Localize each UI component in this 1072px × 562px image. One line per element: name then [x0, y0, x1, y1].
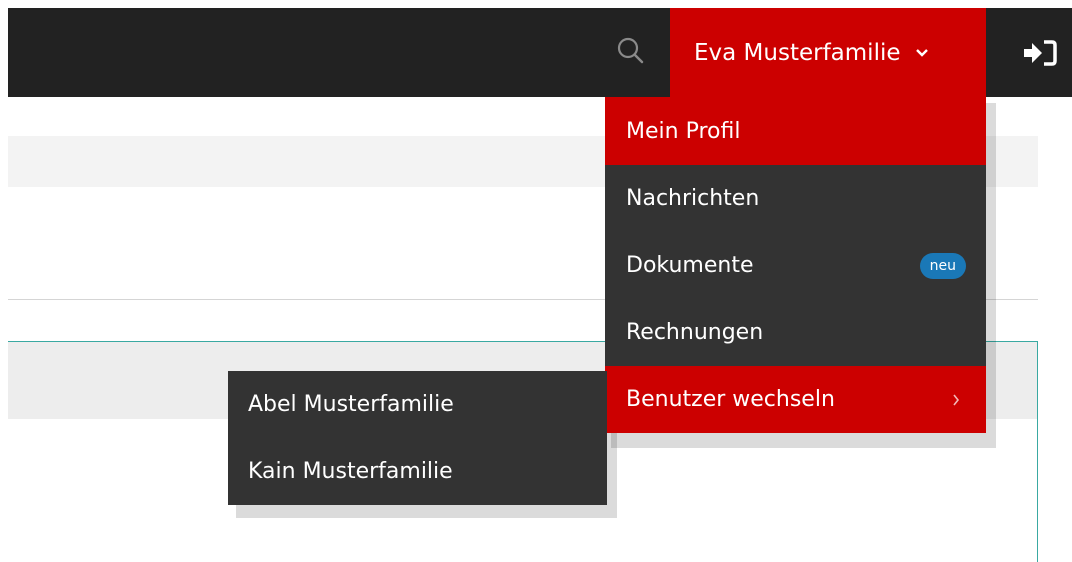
chevron-right-icon — [953, 394, 960, 405]
user-name: Eva Musterfamilie — [694, 39, 901, 66]
menu-item-label: Benutzer wechseln — [626, 387, 835, 412]
menu-item-rechnungen[interactable]: Rechnungen — [605, 299, 986, 366]
user-dropdown-menu: Mein Profil Nachrichten Dokumente neu Re… — [605, 97, 986, 433]
menu-item-label: Dokumente — [626, 253, 754, 278]
switch-user-submenu: Abel Musterfamilie Kain Musterfamilie — [228, 371, 607, 505]
menu-item-label: Rechnungen — [626, 320, 764, 345]
menu-item-dokumente[interactable]: Dokumente neu — [605, 232, 986, 299]
search-icon[interactable] — [613, 33, 649, 69]
submenu-item-label: Kain Musterfamilie — [248, 459, 453, 484]
menu-item-benutzer-wechseln[interactable]: Benutzer wechseln — [605, 366, 986, 433]
menu-item-nachrichten[interactable]: Nachrichten — [605, 165, 986, 232]
menu-item-label: Nachrichten — [626, 186, 760, 211]
menu-item-mein-profil[interactable]: Mein Profil — [605, 97, 986, 165]
user-menu-button[interactable]: Eva Musterfamilie — [670, 8, 986, 97]
new-badge: neu — [919, 252, 966, 279]
submenu-item-label: Abel Musterfamilie — [248, 392, 454, 417]
menu-item-label: Mein Profil — [626, 118, 741, 144]
submenu-item-kain[interactable]: Kain Musterfamilie — [228, 438, 607, 505]
chevron-down-icon — [915, 48, 928, 57]
sign-in-icon[interactable] — [1022, 39, 1058, 67]
submenu-item-abel[interactable]: Abel Musterfamilie — [228, 371, 607, 438]
